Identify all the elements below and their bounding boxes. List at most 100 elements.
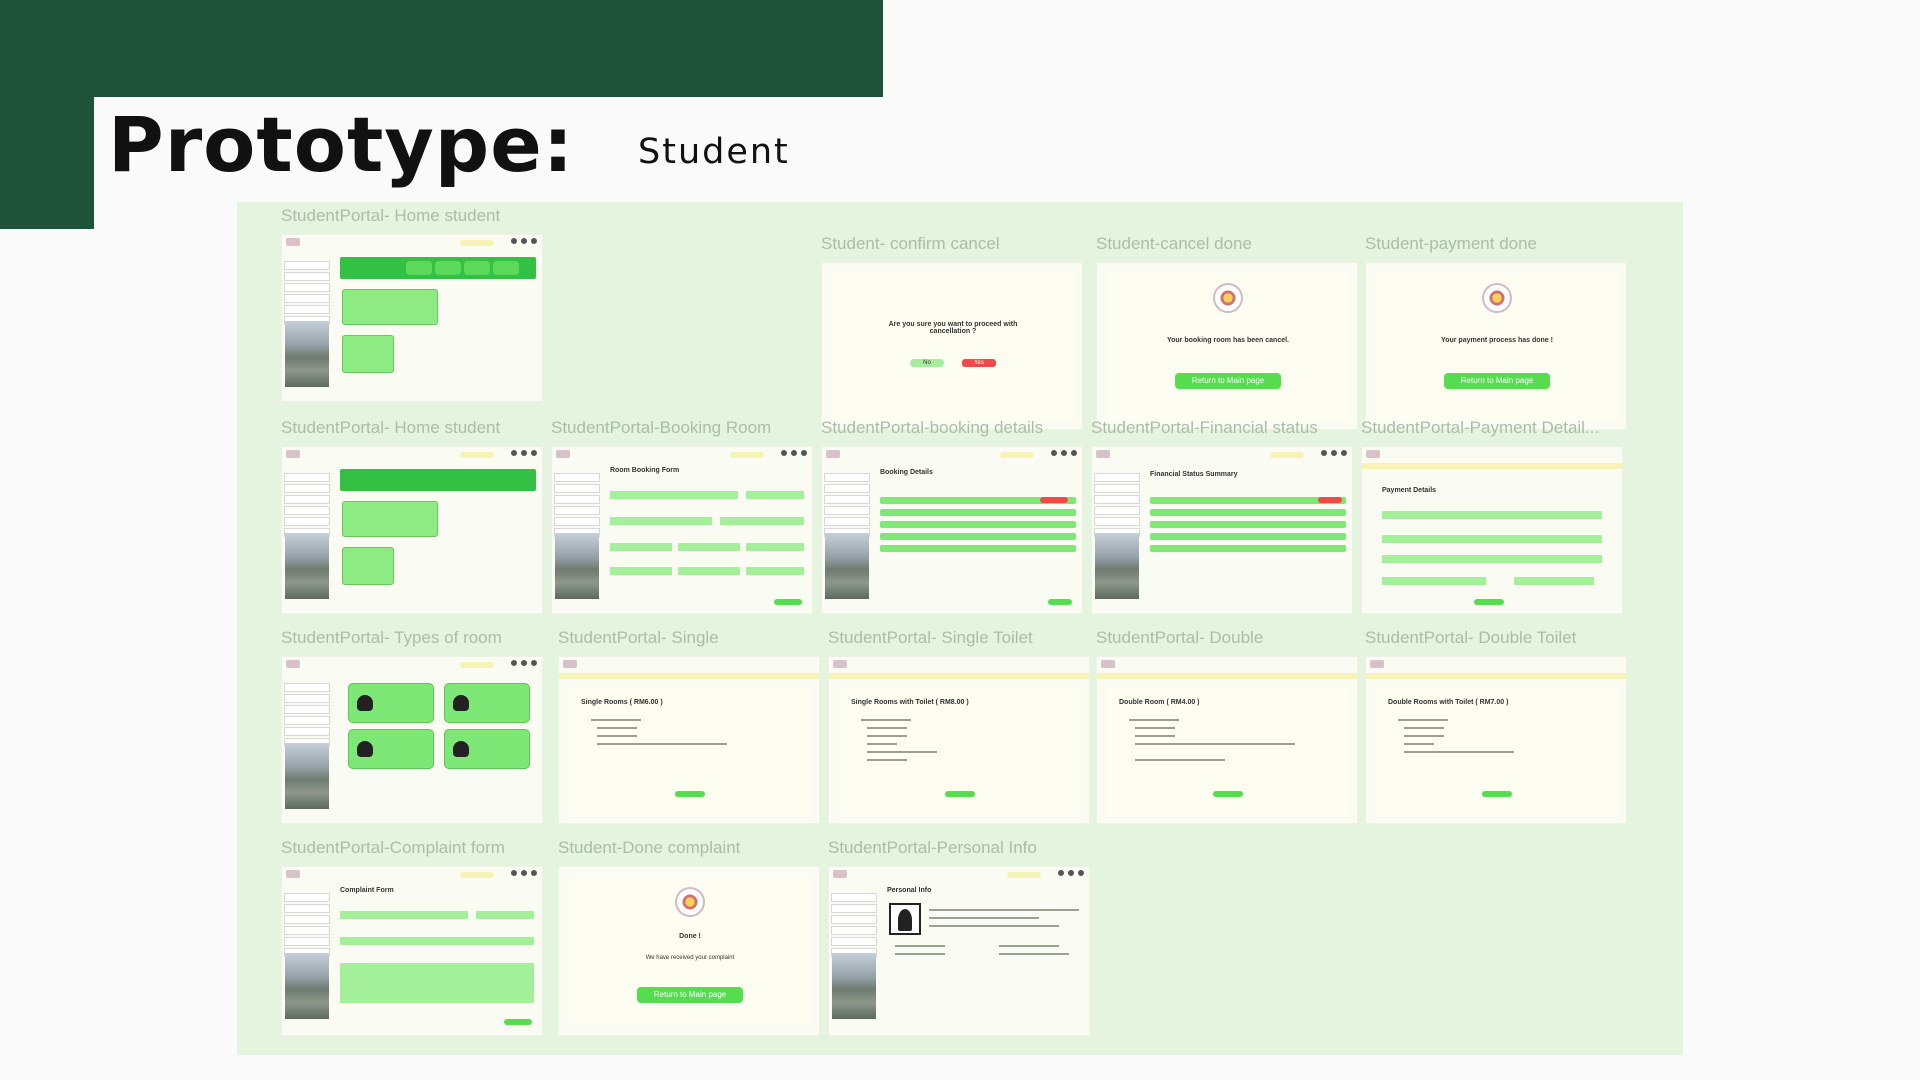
single-room-tile[interactable] xyxy=(348,683,434,723)
room-heading: Double Rooms with Toilet ( RM7.00 ) xyxy=(1388,699,1509,706)
header-green-block xyxy=(0,0,883,97)
building-photo xyxy=(832,953,876,1019)
screen-thumbnail: Single Rooms with Toilet ( RM8.00 ) xyxy=(828,656,1090,824)
submit-button[interactable] xyxy=(504,1019,532,1025)
screen-thumbnail: Complaint Form xyxy=(281,866,543,1036)
book-button[interactable] xyxy=(945,791,975,797)
frame-booking-room[interactable]: StudentPortal-Booking Room Room Booking … xyxy=(551,418,813,614)
frame-confirm-cancel[interactable]: Student- confirm cancel Are you sure you… xyxy=(821,234,1083,430)
frame-booking-details[interactable]: StudentPortal-booking details Booking De… xyxy=(821,418,1083,614)
no-button[interactable]: No xyxy=(910,359,944,367)
college-emblem-icon xyxy=(675,887,705,917)
confirm-button[interactable] xyxy=(1474,599,1504,605)
financial-heading: Financial Status Summary xyxy=(1150,471,1238,478)
room-heading: Double Room ( RM4.00 ) xyxy=(1119,699,1200,706)
booking-details-card xyxy=(342,289,438,325)
screen-thumbnail: Single Rooms ( RM6.00 ) xyxy=(558,656,820,824)
details-heading: Booking Details xyxy=(880,469,933,476)
frame-label: StudentPortal- Double Toilet xyxy=(1365,628,1577,647)
frame-cancel-done[interactable]: Student-cancel done Your booking room ha… xyxy=(1096,234,1358,430)
return-main-button[interactable]: Return to Main page xyxy=(637,987,743,1003)
frame-label: StudentPortal-Complaint form xyxy=(281,838,505,857)
frame-payment-done[interactable]: Student-payment done Your payment proces… xyxy=(1365,234,1627,430)
book-button[interactable] xyxy=(1482,791,1512,797)
profile-avatar-icon xyxy=(889,903,921,935)
building-photo xyxy=(825,533,869,599)
book-button[interactable] xyxy=(675,791,705,797)
complaint-detail-card xyxy=(342,335,394,373)
frame-label: Student- confirm cancel xyxy=(821,234,1000,253)
frame-label: StudentPortal- Single xyxy=(558,628,719,647)
frame-label: StudentPortal-Payment Detail... xyxy=(1361,418,1600,437)
frame-personal-info[interactable]: StudentPortal-Personal Info Personal Inf… xyxy=(828,838,1090,1036)
frame-payment-details[interactable]: StudentPortal-Payment Detail... Payment … xyxy=(1361,418,1623,614)
screen-thumbnail: Room Booking Form xyxy=(551,446,813,614)
header-green-side-block xyxy=(0,97,94,229)
cancel-message: Your booking room has been cancel. xyxy=(1166,337,1289,344)
building-photo xyxy=(285,953,329,1019)
college-emblem-icon xyxy=(1213,283,1243,313)
return-main-button[interactable]: Return to Main page xyxy=(1444,373,1550,389)
frame-label: Student-Done complaint xyxy=(558,838,741,857)
frame-single[interactable]: StudentPortal- Single Single Rooms ( RM6… xyxy=(558,628,820,824)
frame-double-toilet[interactable]: StudentPortal- Double Toilet Double Room… xyxy=(1365,628,1627,824)
payment-message: Your payment process has done ! xyxy=(1441,337,1553,344)
room-heading: Single Rooms with Toilet ( RM8.00 ) xyxy=(851,699,969,706)
done-title: Done ! xyxy=(679,933,701,940)
frame-label: Student-payment done xyxy=(1365,234,1538,253)
frame-types-of-room[interactable]: StudentPortal- Types of room xyxy=(281,628,543,824)
frame-label: Student-cancel done xyxy=(1096,234,1252,253)
college-emblem-icon xyxy=(1482,283,1512,313)
building-photo xyxy=(285,743,329,809)
double-toilet-room-tile[interactable] xyxy=(444,729,530,769)
screen-thumbnail xyxy=(281,234,543,402)
frame-financial-status[interactable]: StudentPortal-Financial status Financial… xyxy=(1091,418,1353,614)
mini-sidebar xyxy=(284,261,330,327)
frame-label: StudentPortal-Booking Room xyxy=(551,418,772,437)
prototype-canvas: StudentPortal- Home student Student- con… xyxy=(237,202,1683,1055)
form-heading: Room Booking Form xyxy=(610,467,680,474)
screen-thumbnail: Personal Info xyxy=(828,866,1090,1036)
frame-done-complaint[interactable]: Student-Done complaint Done ! We have re… xyxy=(558,838,820,1036)
frame-single-toilet[interactable]: StudentPortal- Single Toilet Single Room… xyxy=(828,628,1090,824)
frame-label: StudentPortal- Types of room xyxy=(281,628,502,647)
room-heading: Single Rooms ( RM6.00 ) xyxy=(581,699,663,706)
frame-label: StudentPortal- Home student xyxy=(281,418,501,437)
double-room-tile[interactable] xyxy=(348,729,434,769)
frame-label: StudentPortal-booking details xyxy=(821,418,1044,437)
submit-button[interactable] xyxy=(774,599,802,605)
frame-label: StudentPortal- Home student xyxy=(281,206,501,225)
cancel-question: Are you sure you want to proceed with ca… xyxy=(888,321,1018,335)
frame-label: StudentPortal-Financial status xyxy=(1091,418,1318,437)
frame-home-student-1[interactable]: StudentPortal- Home student xyxy=(281,206,543,402)
screen-thumbnail: Your payment process has done ! Return t… xyxy=(1365,262,1627,430)
single-toilet-room-tile[interactable] xyxy=(444,683,530,723)
screen-thumbnail: Financial Status Summary xyxy=(1091,446,1353,614)
frame-home-student-2[interactable]: StudentPortal- Home student xyxy=(281,418,543,614)
screen-thumbnail: Your booking room has been cancel. Retur… xyxy=(1096,262,1358,430)
complaint-received-message: We have received your complaint xyxy=(645,955,735,961)
complaint-heading: Complaint Form xyxy=(340,887,394,894)
slide-title: Prototype: xyxy=(108,100,575,189)
book-button[interactable] xyxy=(1213,791,1243,797)
screen-thumbnail: Done ! We have received your complaint R… xyxy=(558,866,820,1036)
screen-thumbnail: Booking Details xyxy=(821,446,1083,614)
screen-thumbnail: Payment Details xyxy=(1361,446,1623,614)
frame-label: StudentPortal- Single Toilet xyxy=(828,628,1033,647)
screen-thumbnail xyxy=(281,656,543,824)
slide-subtitle: Student xyxy=(638,132,790,172)
yes-button[interactable]: Yes xyxy=(962,359,996,367)
building-photo xyxy=(285,533,329,599)
mini-topbar xyxy=(282,235,542,249)
screen-thumbnail: Double Room ( RM4.00 ) xyxy=(1096,656,1358,824)
frame-double[interactable]: StudentPortal- Double Double Room ( RM4.… xyxy=(1096,628,1358,824)
personal-heading: Personal Info xyxy=(887,887,932,894)
frame-label: StudentPortal-Personal Info xyxy=(828,838,1037,857)
building-photo xyxy=(1095,533,1139,599)
building-photo xyxy=(555,533,599,599)
frame-label: StudentPortal- Double xyxy=(1096,628,1264,647)
return-main-button[interactable]: Return to Main page xyxy=(1175,373,1281,389)
frame-complaint-form[interactable]: StudentPortal-Complaint form Complaint F… xyxy=(281,838,543,1036)
screen-thumbnail: Are you sure you want to proceed with ca… xyxy=(821,262,1083,430)
screen-thumbnail: Double Rooms with Toilet ( RM7.00 ) xyxy=(1365,656,1627,824)
